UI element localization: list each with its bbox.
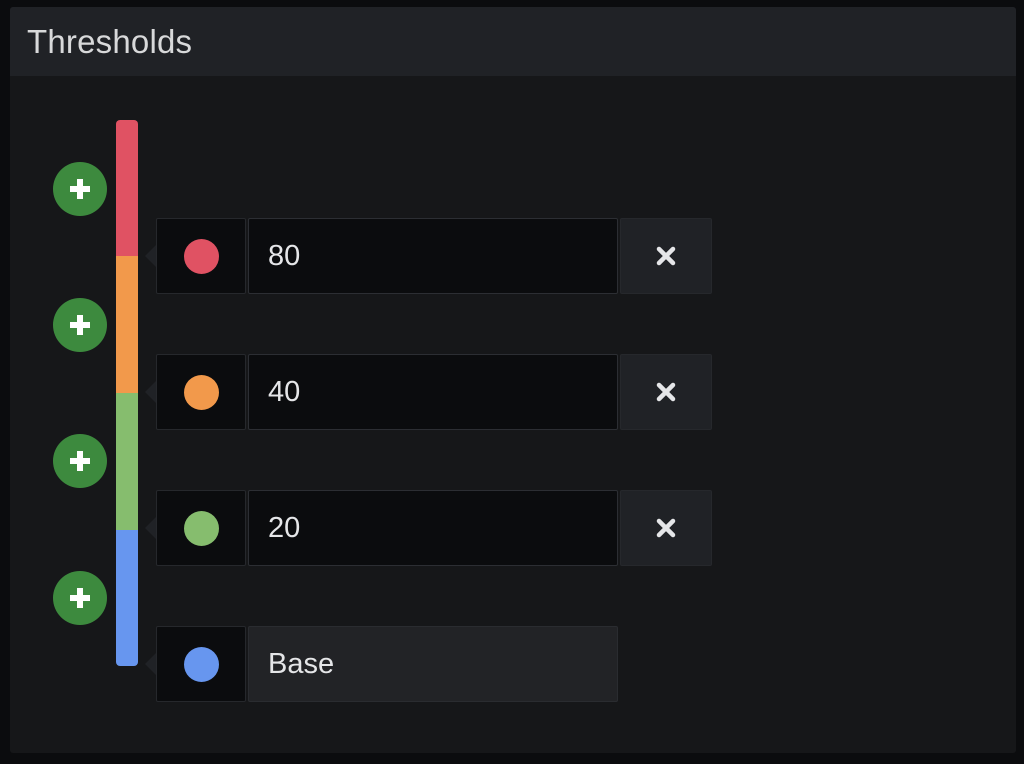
color-picker-button[interactable] [156,490,246,566]
add-threshold-button[interactable] [53,571,107,625]
plus-icon [70,588,90,608]
row-caret [145,381,156,403]
row-caret [145,245,156,267]
color-swatch-blue [183,646,219,682]
color-swatch-red [183,238,219,274]
row-caret [145,653,156,675]
close-icon [656,246,676,266]
color-picker-button[interactable] [156,218,246,294]
threshold-color-bar [116,120,138,666]
color-picker-button[interactable] [156,626,246,702]
panel-title: Thresholds [27,22,193,60]
add-threshold-button[interactable] [53,434,107,488]
panel-header: Thresholds [10,7,1016,76]
plus-icon [70,179,90,199]
color-bar-segment-green [116,393,138,530]
color-bar-segment-blue [116,530,138,666]
row-caret [145,517,156,539]
color-swatch-green [183,510,219,546]
add-threshold-button[interactable] [53,162,107,216]
color-bar-segment-orange [116,256,138,393]
threshold-value-input[interactable] [248,354,618,430]
close-icon [656,518,676,538]
threshold-value-input[interactable] [248,218,618,294]
plus-icon [70,315,90,335]
color-swatch-orange [183,374,219,410]
close-icon [656,382,676,402]
threshold-value-input[interactable] [248,490,618,566]
thresholds-panel: Thresholds [10,7,1016,753]
base-threshold-field [248,626,618,702]
remove-threshold-button[interactable] [620,218,712,294]
remove-threshold-button[interactable] [620,354,712,430]
color-picker-button[interactable] [156,354,246,430]
plus-icon [70,451,90,471]
remove-threshold-button[interactable] [620,490,712,566]
add-threshold-button[interactable] [53,298,107,352]
color-bar-segment-red [116,120,138,256]
